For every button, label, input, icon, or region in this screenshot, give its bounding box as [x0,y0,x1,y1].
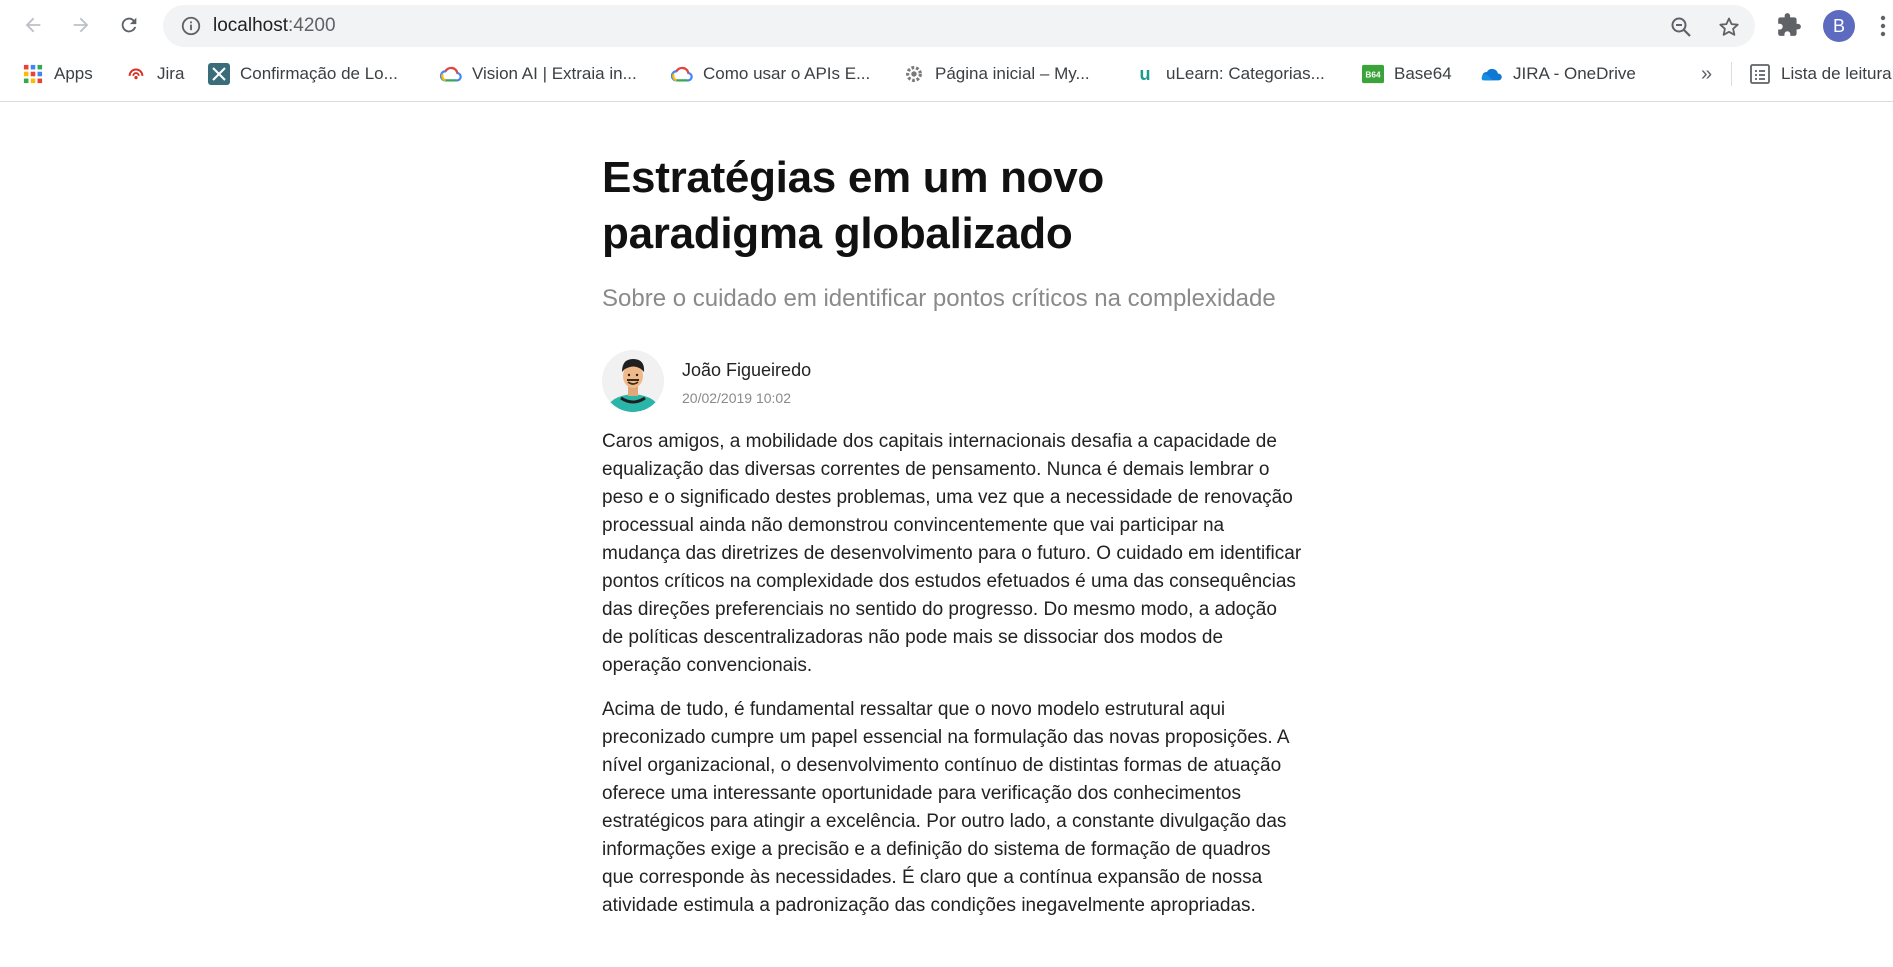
kebab-menu-icon[interactable] [1880,14,1886,38]
reload-button[interactable] [113,9,145,41]
article-paragraph: Caros amigos, a mobilidade dos capitais … [602,431,1302,676]
reload-icon [121,17,137,33]
reading-list-icon [1749,63,1771,85]
bookmarks-divider [1731,62,1732,86]
onedrive-icon [1481,63,1503,85]
back-button[interactable] [17,9,49,41]
profile-avatar[interactable]: B [1823,10,1855,42]
bookmark-label: Página inicial – My... [935,64,1090,83]
info-icon[interactable] [180,15,202,37]
tool-icon [208,63,230,85]
author-info: João Figueiredo 20/02/2019 10:02 [602,350,1302,414]
article: Estratégias em um novo paradigma globali… [602,150,1302,920]
bookmark-como-usar[interactable]: Como usar o APIs E... [671,58,870,90]
google-cloud-icon [671,63,693,85]
bookmark-label: Jira [157,64,185,83]
bookmark-confirmacao[interactable]: Confirmação de Lo... [208,58,398,90]
publish-date: 20/02/2019 10:02 [682,390,791,406]
bookmark-label: uLearn: Categorias... [1166,64,1325,83]
bookmark-label: Vision AI | Extraia in... [472,64,637,83]
url-text[interactable]: localhost:4200 [213,15,336,37]
jira-icon [125,63,147,85]
forward-arrow-icon [73,17,89,33]
article-title: Estratégias em um novo paradigma globali… [602,153,1104,258]
address-bar[interactable]: localhost:4200 [163,5,1755,47]
ulearn-icon: u [1139,63,1151,84]
star-icon[interactable] [1717,15,1741,39]
gear-icon [903,63,925,85]
apps-grid-icon [22,63,44,85]
bookmark-jira-onedrive[interactable]: JIRA - OneDrive [1481,58,1636,90]
zoom-icon[interactable] [1669,15,1693,39]
back-arrow-icon [25,17,41,33]
base64-icon: B64 [1362,63,1384,85]
browser-toolbar: localhost:4200 B Apps Jira Confirmação d… [0,0,1893,102]
author-name[interactable]: João Figueiredo [682,360,811,381]
bookmark-label: Base64 [1394,64,1452,83]
extensions-icon[interactable] [1776,12,1802,38]
bookmark-vision-ai[interactable]: Vision AI | Extraia in... [440,58,637,90]
bookmark-label: JIRA - OneDrive [1513,64,1636,83]
svg-text:B64: B64 [1365,71,1381,80]
reading-list-button[interactable]: Lista de leitura [1749,58,1892,90]
bookmark-label: Confirmação de Lo... [240,64,398,83]
bookmark-label: Como usar o APIs E... [703,64,871,83]
bookmark-label: Apps [54,64,93,83]
url-host: localhost [213,15,288,36]
bookmark-apps[interactable]: Apps [22,58,93,90]
reading-list-label: Lista de leitura [1781,64,1892,83]
bookmark-jira[interactable]: Jira [125,58,184,90]
bookmark-pagina-inicial[interactable]: Página inicial – My... [903,58,1090,90]
url-port: :4200 [288,15,336,36]
author-avatar [602,350,664,412]
bookmarks-bar: Apps Jira Confirmação de Lo... Vision AI… [0,58,1893,90]
bookmarks-overflow-button[interactable]: » [1701,58,1712,90]
google-cloud-icon [440,63,462,85]
article-paragraph: Acima de tudo, é fundamental ressaltar q… [602,699,1289,916]
bookmark-base64[interactable]: B64 Base64 [1362,58,1452,90]
forward-button[interactable] [65,9,97,41]
bookmark-ulearn[interactable]: u uLearn: Categorias... [1134,58,1325,90]
article-subtitle: Sobre o cuidado em identificar pontos cr… [602,285,1276,312]
